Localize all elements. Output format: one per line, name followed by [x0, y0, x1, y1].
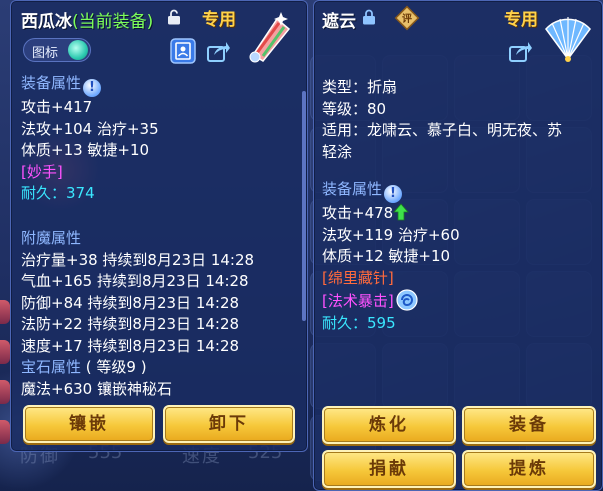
enchant-line: 速度+17 持续到8月23日 14:28	[21, 336, 240, 355]
attr-line: 法攻+119 治疗+60	[322, 225, 460, 244]
base-attr-heading-row: 装备属性!	[21, 73, 306, 97]
special-skill: [法术暴击]	[322, 292, 394, 310]
folding-fan-item-icon	[545, 17, 591, 62]
side-tab[interactable]	[0, 340, 10, 364]
exclusive-label: 专用	[202, 10, 236, 30]
refine-button[interactable]: 炼化	[322, 406, 456, 444]
equip-attributes: 装备属性! 攻击+417 法攻+104 治疗+35 体质+13 敏捷+10 [妙…	[21, 73, 306, 205]
attack-row: 攻击+478	[322, 203, 602, 225]
gem-attr: 魔法+630 镶嵌神秘石	[21, 379, 172, 398]
enchant-line: 防御+84 持续到8月23日 14:28	[21, 293, 240, 312]
attr-line: 攻击+417	[21, 98, 93, 116]
durability: 耐久：374	[21, 184, 95, 202]
gem-heading: 宝石属性	[21, 358, 82, 376]
item-info: 类型：折扇 等级：80 适用：龙啸云、慕子白、明无夜、苏 轻涂	[322, 77, 602, 163]
special-effect: [绵里藏针]	[322, 268, 394, 287]
equipped-tag: (当前装备)	[72, 12, 154, 32]
equipped-item-tooltip: 西瓜冰(当前装备) 专用 图标 装备属性! 攻击+417 法攻+104 治疗+3…	[10, 0, 308, 452]
lock-icon[interactable]	[362, 9, 376, 25]
durability: 耐久：595	[322, 313, 396, 332]
donate-button[interactable]: 捐献	[322, 450, 456, 488]
icon-toggle[interactable]: 图标	[23, 38, 91, 62]
special-skill: [妙手]	[21, 162, 63, 181]
item-name: 西瓜冰	[21, 12, 72, 32]
enchant-attributes: 附魔属性 治疗量+38 持续到8月23日 14:28 气血+165 持续到8月2…	[21, 228, 306, 400]
side-tab[interactable]	[0, 300, 10, 324]
equip-attributes: 装备属性! 攻击+478 法攻+119 治疗+60 体质+12 敏捷+10 [绵…	[322, 179, 602, 334]
svg-text:评: 评	[402, 12, 412, 25]
compare-item-tooltip: 遮云 评 专用 类型：折扇 等级：80 适用：龙啸云、慕子白、明无夜、苏 轻涂 …	[313, 0, 603, 491]
side-tab[interactable]	[0, 420, 10, 444]
attack-line: 攻击+478	[322, 204, 394, 222]
inlay-button[interactable]: 镶嵌	[23, 405, 155, 443]
extract-button[interactable]: 提炼	[462, 450, 596, 488]
attr-line: 法攻+104 治疗+35	[21, 119, 159, 138]
share-icon[interactable]	[507, 38, 533, 64]
info-icon[interactable]: !	[384, 185, 403, 203]
enchant-line: 治疗量+38 持续到8月23日 14:28	[21, 250, 255, 269]
gem-level: ( 等级9 )	[85, 358, 147, 376]
applicable-line-cont: 轻涂	[322, 142, 353, 161]
skill-swirl-icon[interactable]	[396, 289, 418, 311]
base-attr-heading: 装备属性	[21, 74, 82, 92]
level-line: 等级：80	[322, 99, 387, 118]
item-title: 西瓜冰(当前装备)	[21, 7, 153, 32]
side-tab[interactable]	[0, 380, 10, 404]
toggle-label: 图标	[32, 46, 59, 61]
info-icon[interactable]: !	[83, 79, 102, 97]
equip-button[interactable]: 装备	[462, 406, 596, 444]
enchant-line: 法防+22 持续到8月23日 14:28	[21, 315, 240, 333]
item-name: 遮云	[322, 12, 356, 32]
gem-heading-row: 宝石属性 ( 等级9 )	[21, 357, 306, 379]
base-attr-heading: 装备属性	[322, 180, 383, 198]
type-line: 类型：折扇	[322, 78, 398, 96]
special-skill-row: [法术暴击]	[322, 289, 602, 313]
unequip-button[interactable]: 卸下	[163, 405, 295, 443]
enchant-line: 气血+165 持续到8月23日 14:28	[21, 272, 249, 290]
enchant-heading: 附魔属性	[21, 229, 82, 247]
applicable-line: 适用：龙啸云、慕子白、明无夜、苏	[322, 121, 563, 139]
share-icon[interactable]	[205, 38, 231, 64]
watermelon-fan-item-icon	[249, 12, 291, 63]
portrait-card-icon[interactable]	[170, 38, 196, 64]
unlock-icon[interactable]	[167, 9, 181, 25]
base-attr-heading-row: 装备属性!	[322, 179, 602, 203]
toggle-knob	[68, 40, 88, 60]
attr-line: 体质+13 敏捷+10	[21, 141, 150, 159]
tooltip-scrollbar[interactable]	[302, 91, 306, 321]
stat-up-arrow-icon	[393, 203, 410, 221]
attr-line: 体质+12 敏捷+10	[322, 247, 451, 265]
appraise-icon[interactable]: 评	[394, 5, 420, 31]
exclusive-label: 专用	[504, 10, 538, 30]
